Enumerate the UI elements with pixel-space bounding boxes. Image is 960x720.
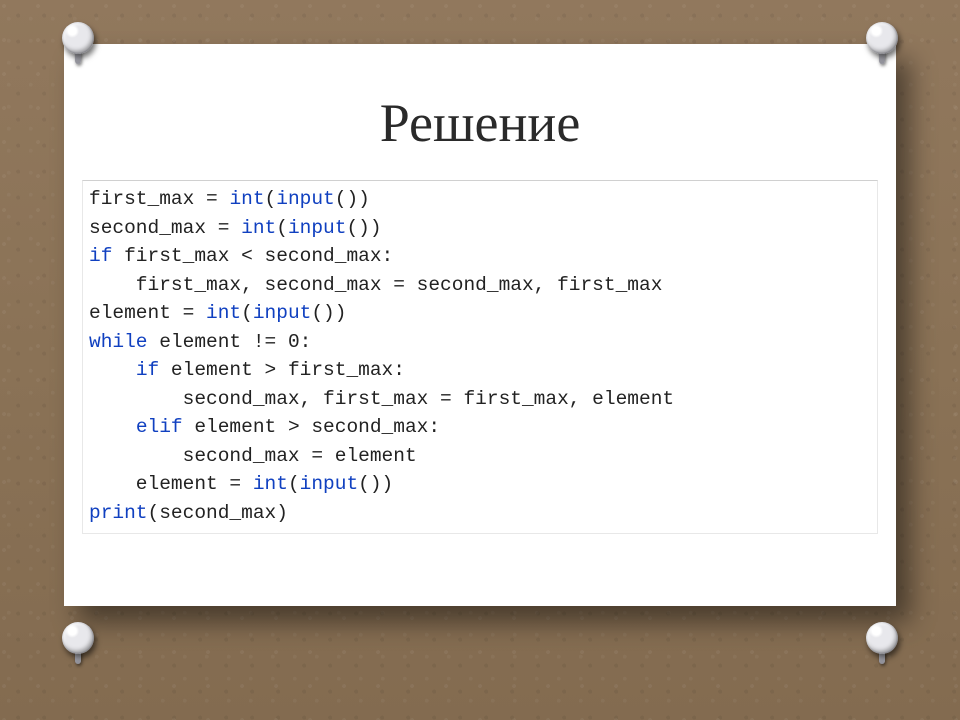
slide-paper: Решение first_max = int(input()) second_… bbox=[64, 44, 896, 606]
code-block: first_max = int(input()) second_max = in… bbox=[82, 180, 878, 534]
slide-title: Решение bbox=[82, 92, 878, 154]
